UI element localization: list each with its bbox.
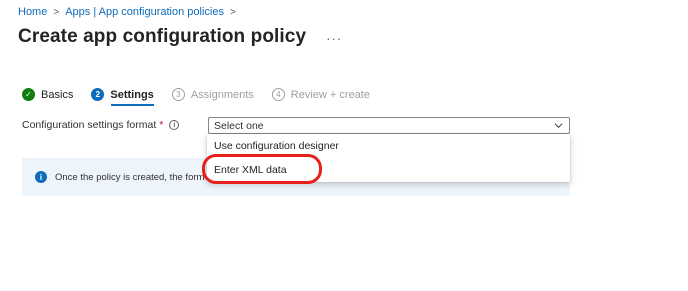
breadcrumb-home-link[interactable]: Home — [18, 6, 47, 18]
configuration-format-field: Configuration settings format * i — [22, 119, 180, 131]
step-basics[interactable]: ✓ Basics — [22, 88, 73, 101]
more-options-icon[interactable]: ··· — [326, 31, 342, 46]
info-icon: i — [35, 171, 47, 183]
select-value: Select one — [214, 119, 264, 132]
page-title: Create app configuration policy — [18, 26, 307, 47]
step-label: Basics — [41, 88, 74, 101]
check-icon: ✓ — [22, 88, 35, 101]
format-select[interactable]: Select one — [208, 117, 570, 134]
step-label: Settings — [110, 88, 154, 101]
step-number-badge: 3 — [171, 88, 185, 101]
step-number-badge: 2 — [91, 88, 105, 101]
chevron-down-icon — [554, 123, 563, 129]
info-message-text: Once the policy is created, the format c — [55, 171, 205, 183]
field-label: Configuration settings format — [22, 119, 157, 131]
breadcrumb-apps-link[interactable]: Apps | App configuration policies — [65, 6, 224, 18]
step-label: Review + create — [290, 88, 370, 101]
step-number-badge: 4 — [271, 88, 285, 101]
required-marker: * — [159, 119, 164, 131]
step-settings[interactable]: 2 Settings — [91, 88, 155, 106]
step-label: Assignments — [190, 88, 254, 101]
breadcrumb-separator: > — [229, 6, 236, 18]
title-row: Create app configuration policy ··· — [18, 26, 342, 48]
breadcrumb-separator: > — [53, 6, 60, 18]
info-icon[interactable]: i — [169, 120, 180, 130]
breadcrumb: Home > Apps | App configuration policies… — [18, 6, 236, 18]
wizard-steps: ✓ Basics 2 Settings 3 Assignments 4 Revi… — [22, 88, 388, 106]
step-assignments[interactable]: 3 Assignments — [171, 88, 254, 101]
annotation-highlight-circle — [202, 154, 322, 184]
step-review-create[interactable]: 4 Review + create — [271, 88, 370, 101]
